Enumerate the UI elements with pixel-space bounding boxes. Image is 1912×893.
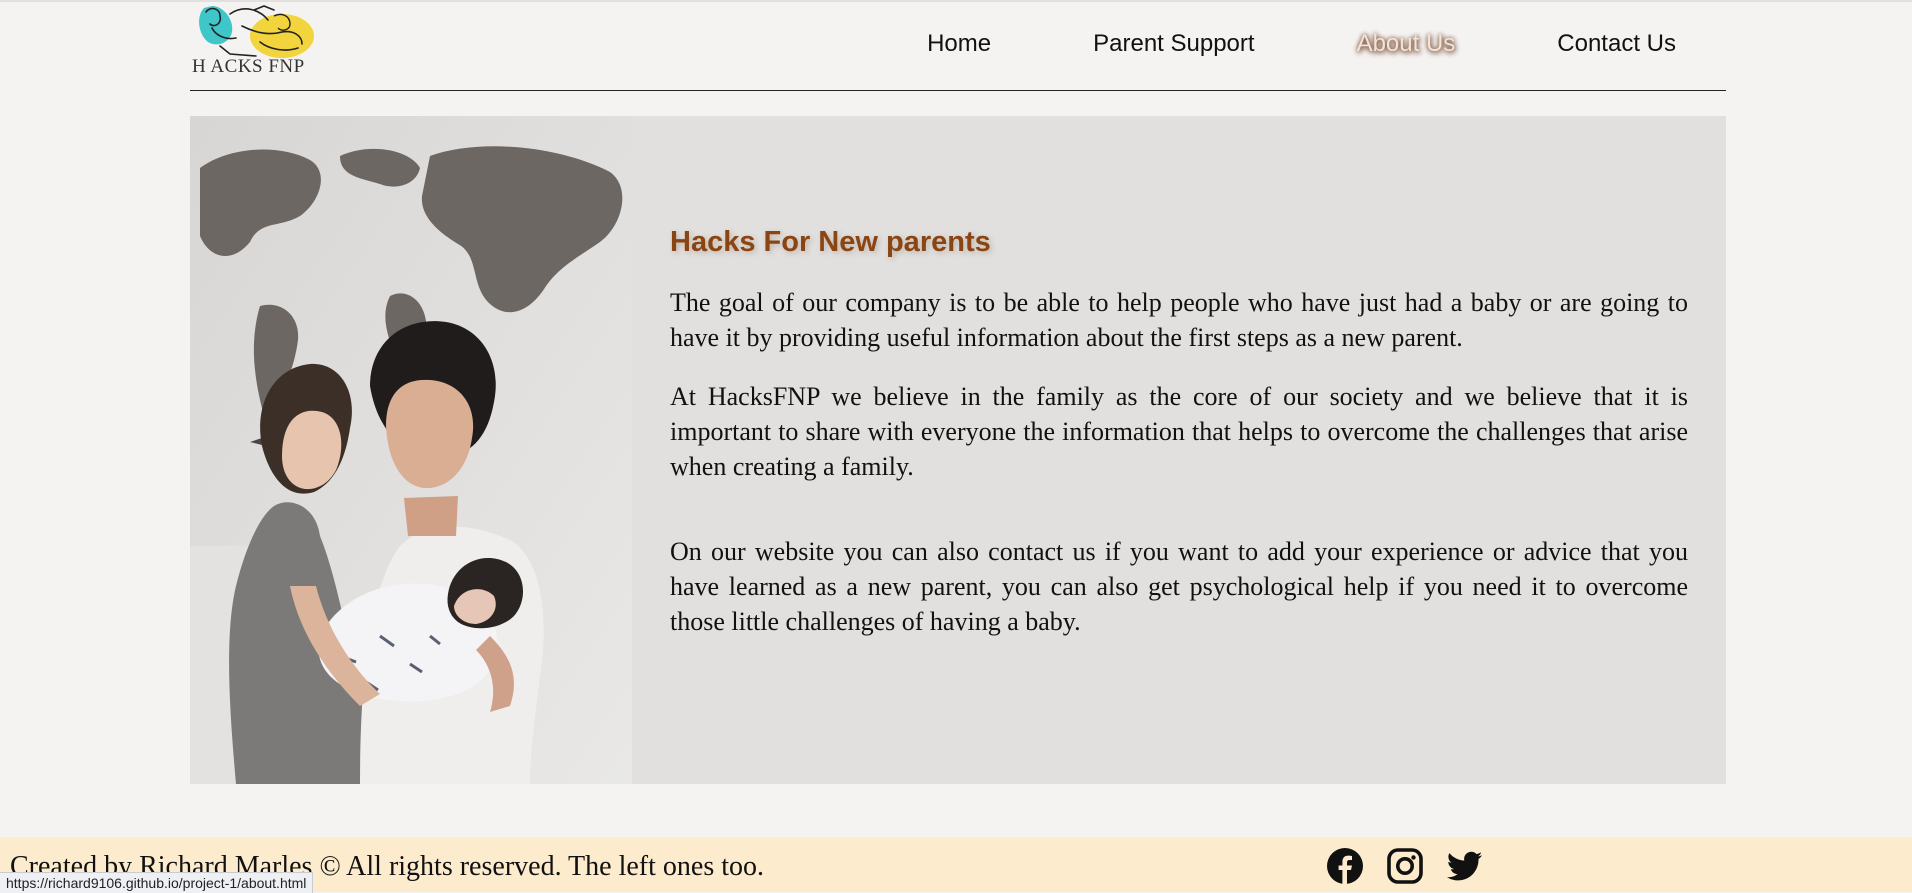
about-paragraph-2: At HacksFNP we believe in the family as … bbox=[670, 382, 1688, 481]
social-links bbox=[1326, 847, 1484, 885]
nav-parent-support[interactable]: Parent Support bbox=[1093, 30, 1254, 58]
page-title: Hacks For New parents bbox=[670, 226, 991, 258]
logo-illustration bbox=[199, 5, 314, 58]
main-nav: Home Parent Support About Us Contact Us bbox=[927, 30, 1676, 58]
logo-text: H ACKS FNP bbox=[192, 56, 305, 77]
browser-status-url: https://richard9106.github.io/project-1/… bbox=[0, 872, 314, 893]
about-card: Hacks For New parents The goal of our co… bbox=[190, 116, 1726, 784]
facebook-icon[interactable] bbox=[1326, 847, 1364, 885]
site-header: H ACKS FNP Home Parent Support About Us … bbox=[190, 0, 1726, 91]
about-paragraph-3: On our website you can also contact us i… bbox=[670, 537, 1688, 636]
about-paragraph-1: The goal of our company is to be able to… bbox=[670, 288, 1688, 352]
family-photo bbox=[190, 116, 632, 784]
nav-about-us[interactable]: About Us bbox=[1357, 30, 1456, 58]
nav-home[interactable]: Home bbox=[927, 30, 991, 58]
instagram-icon[interactable] bbox=[1386, 847, 1424, 885]
site-logo[interactable]: H ACKS FNP bbox=[190, 2, 320, 80]
twitter-icon[interactable] bbox=[1446, 847, 1484, 885]
about-content: Hacks For New parents The goal of our co… bbox=[670, 226, 1688, 639]
nav-contact-us[interactable]: Contact Us bbox=[1557, 30, 1676, 58]
